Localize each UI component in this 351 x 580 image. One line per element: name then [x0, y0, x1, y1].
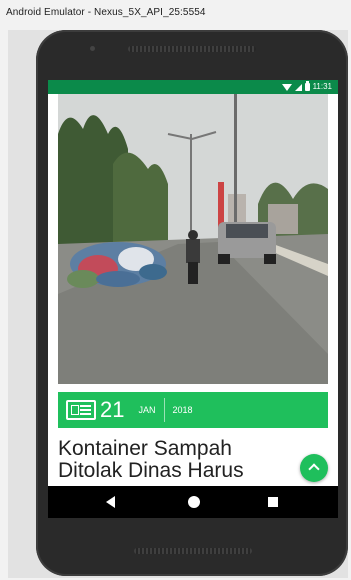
article-photo[interactable] — [58, 94, 328, 384]
article-month: JAN — [138, 405, 156, 415]
home-icon[interactable] — [188, 496, 200, 508]
status-time: 11:31 — [312, 82, 332, 91]
status-icons: 11:31 — [281, 81, 332, 92]
recent-apps-icon[interactable] — [268, 497, 278, 507]
speaker-top — [128, 46, 256, 52]
article-day: 21 — [100, 397, 125, 422]
device-screen: 11:31 21 JAN 2018 Kontainer Sampah Ditol… — [48, 80, 338, 518]
date-divider — [163, 398, 165, 422]
battery-icon — [304, 81, 310, 91]
newspaper-icon — [66, 400, 96, 420]
window-title: Android Emulator - Nexus_5X_API_25:5554 — [6, 7, 206, 18]
article-date-bar: 21 JAN 2018 — [58, 392, 328, 428]
nav-bar — [48, 486, 338, 518]
signal-icon — [294, 83, 302, 91]
wifi-icon — [281, 83, 292, 91]
camera-icon — [90, 46, 95, 51]
speaker-bottom — [134, 548, 252, 554]
article-headline[interactable]: Kontainer Sampah Ditolak Dinas Harus — [58, 438, 298, 482]
back-icon[interactable] — [106, 496, 115, 508]
street-garbage-photo — [58, 94, 328, 384]
status-bar: 11:31 — [48, 80, 338, 94]
article-year: 2018 — [172, 405, 193, 415]
scroll-up-button[interactable] — [300, 454, 328, 482]
